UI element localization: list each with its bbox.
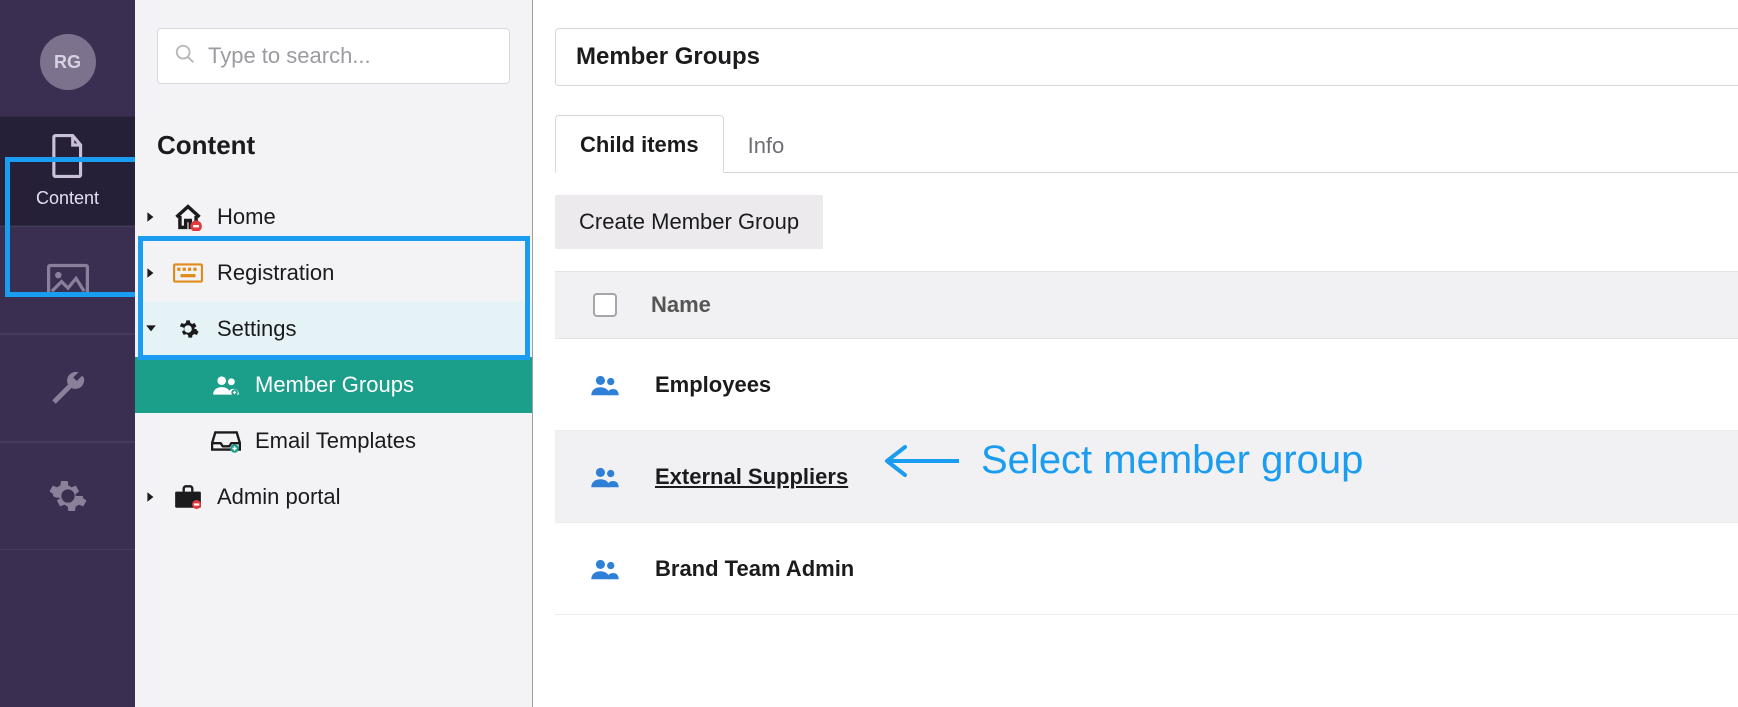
wrench-icon xyxy=(47,367,89,409)
tab-strip: Child items Info xyxy=(555,114,1738,173)
caret-right-icon xyxy=(143,267,159,279)
tab-info[interactable]: Info xyxy=(724,117,809,173)
tree-node-settings[interactable]: Settings xyxy=(135,301,532,357)
caret-down-icon xyxy=(143,324,159,334)
users-icon xyxy=(585,557,625,581)
image-icon xyxy=(47,263,89,297)
tree-label: Member Groups xyxy=(255,372,414,398)
rail-content[interactable]: Content xyxy=(0,116,135,226)
page-title-input[interactable] xyxy=(555,28,1738,86)
rail-settings[interactable] xyxy=(0,442,135,550)
users-icon xyxy=(211,374,241,396)
gear-icon xyxy=(48,476,88,516)
keyboard-icon xyxy=(173,263,203,283)
users-icon xyxy=(585,373,625,397)
search-box[interactable] xyxy=(157,28,510,84)
row-name[interactable]: Brand Team Admin xyxy=(655,556,854,582)
left-rail: RG Content xyxy=(0,0,135,707)
button-label: Create Member Group xyxy=(579,209,799,234)
avatar[interactable]: RG xyxy=(40,34,96,90)
document-icon xyxy=(49,134,87,178)
rail-label-content: Content xyxy=(36,188,99,209)
tree-node-home[interactable]: Home xyxy=(135,189,532,245)
avatar-initials: RG xyxy=(54,52,81,73)
tab-label: Child items xyxy=(580,132,699,157)
home-icon xyxy=(173,203,203,231)
tree-pane: Content Home Registration xyxy=(135,0,533,707)
grid-row-external-suppliers[interactable]: External Suppliers xyxy=(555,431,1738,523)
tree-node-email-templates[interactable]: Email Templates xyxy=(135,413,532,469)
users-icon xyxy=(585,465,625,489)
search-input[interactable] xyxy=(208,43,496,69)
briefcase-icon xyxy=(173,484,203,510)
main-pane: Child items Info Create Member Group Nam… xyxy=(533,0,1738,707)
grid-row-brand-team-admin[interactable]: Brand Team Admin xyxy=(555,523,1738,615)
grid-row-employees[interactable]: Employees xyxy=(555,339,1738,431)
gear-icon xyxy=(173,316,203,342)
column-header-name: Name xyxy=(651,292,711,318)
rail-tools[interactable] xyxy=(0,334,135,442)
caret-right-icon xyxy=(143,211,159,223)
tab-child-items[interactable]: Child items xyxy=(555,115,724,173)
grid-header: Name xyxy=(555,271,1738,339)
row-name[interactable]: External Suppliers xyxy=(655,464,848,490)
tree-label: Home xyxy=(217,204,276,230)
tree-title: Content xyxy=(135,112,532,189)
caret-right-icon xyxy=(143,491,159,503)
tree-node-member-groups[interactable]: Member Groups xyxy=(135,357,532,413)
tree-label: Email Templates xyxy=(255,428,416,454)
row-name[interactable]: Employees xyxy=(655,372,771,398)
tab-label: Info xyxy=(748,133,785,158)
content-tree: Home Registration Settings xyxy=(135,189,532,525)
select-all-checkbox[interactable] xyxy=(593,293,617,317)
tree-label: Admin portal xyxy=(217,484,341,510)
tree-label: Settings xyxy=(217,316,297,342)
tree-node-registration[interactable]: Registration xyxy=(135,245,532,301)
toolbar: Create Member Group xyxy=(555,173,1738,271)
create-member-group-button[interactable]: Create Member Group xyxy=(555,195,823,249)
search-icon xyxy=(174,43,196,70)
tree-node-admin-portal[interactable]: Admin portal xyxy=(135,469,532,525)
inbox-icon xyxy=(211,429,241,453)
rail-media[interactable] xyxy=(0,226,135,334)
tree-label: Registration xyxy=(217,260,334,286)
